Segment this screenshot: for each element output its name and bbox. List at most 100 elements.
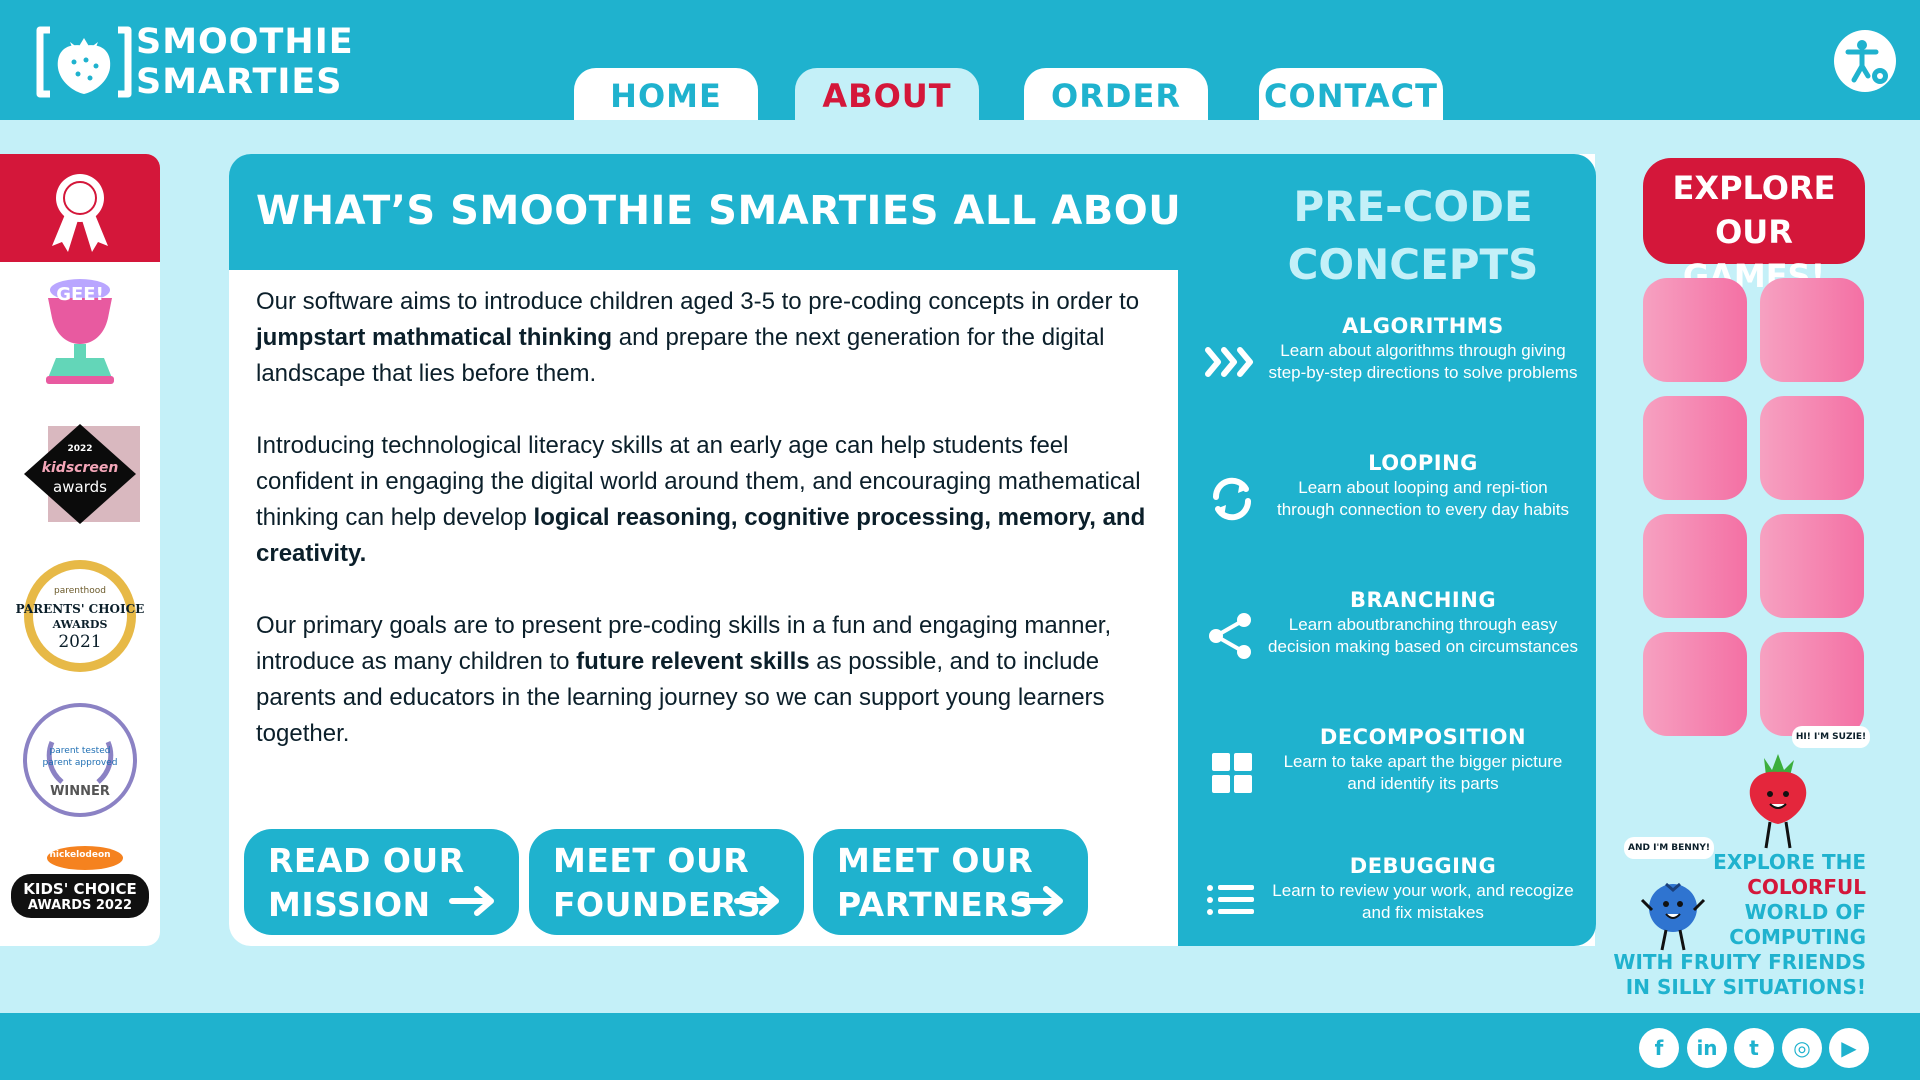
accessibility-settings-icon (1845, 40, 1888, 84)
accessibility-button[interactable] (1834, 30, 1896, 92)
tab-about[interactable]: ABOUT (795, 68, 979, 120)
read-mission-button[interactable]: READ OUR MISSION (244, 829, 519, 935)
refresh-icon (1212, 477, 1252, 521)
about-paragraph-1: Our software aims to introduce children … (256, 284, 1156, 392)
chevrons-right-icon (1205, 347, 1253, 377)
ribbon-icon (52, 174, 108, 252)
twitter-icon[interactable]: t (1734, 1028, 1774, 1068)
concept-algorithms: ALGORITHMS Learn about algorithms throug… (1178, 314, 1596, 424)
meet-partners-button[interactable]: MEET OUR PARTNERS (813, 829, 1088, 935)
concept-looping: LOOPING Learn about looping and repi-tio… (1178, 451, 1596, 561)
cta-label-line-2: FOUNDERS (553, 885, 762, 924)
main-nav: HOME ABOUT ORDER CONTACT (0, 0, 1920, 120)
award-parent-tested: parent tested parent approved WINNER (0, 702, 160, 818)
concept-name: LOOPING (1368, 451, 1478, 475)
tab-order[interactable]: ORDER (1024, 68, 1208, 120)
laurel-seal-icon (24, 560, 136, 672)
cta-label-line-1: READ OUR (268, 841, 465, 880)
kids-choice-brand: nickelodeon (49, 850, 111, 860)
page-title: WHAT’S SMOOTHIE SMARTIES ALL ABOUT? (256, 188, 1233, 234)
parents-choice-year: 2021 (58, 632, 102, 652)
p3-bold: future relevent skills (576, 648, 810, 675)
list-icon (1207, 885, 1254, 915)
concept-name: BRANCHING (1349, 588, 1497, 612)
strawberry-mascot-icon (1749, 754, 1807, 849)
game-tile[interactable] (1643, 514, 1747, 618)
youtube-icon[interactable]: ▶ (1829, 1028, 1869, 1068)
concept-name: ALGORITHMS (1342, 314, 1504, 338)
cta-label: MEET OUR PARTNERS (837, 839, 1033, 927)
meet-founders-button[interactable]: MEET OUR FOUNDERS (529, 829, 804, 935)
awards-header (0, 154, 160, 262)
cta-label-line-2: MISSION (268, 885, 431, 924)
award-kids-choice: nickelodeon KIDS' CHOICE AWARDS 2022 (0, 844, 160, 926)
site-footer (0, 1013, 1920, 1080)
facebook-icon[interactable]: f (1639, 1028, 1679, 1068)
parents-choice-brand: parenthood (54, 586, 106, 596)
parents-choice-line-2: AWARDS (52, 618, 108, 631)
linkedin-icon[interactable]: in (1687, 1028, 1727, 1068)
cta-label: MEET OUR FOUNDERS (553, 839, 761, 927)
game-tile[interactable] (1643, 278, 1747, 382)
award-kidscreen: 2022 kidscreen awards (0, 424, 160, 524)
concept-debugging: DEBUGGING Learn to review your work, and… (1178, 854, 1596, 964)
kids-choice-line-1: KIDS' CHOICE (23, 880, 137, 898)
tab-contact[interactable]: CONTACT (1259, 68, 1443, 120)
game-tile[interactable] (1760, 514, 1864, 618)
concept-name: DECOMPOSITION (1319, 725, 1527, 749)
parent-tested-winner: WINNER (50, 784, 110, 799)
parent-tested-line-2: parent approved (42, 758, 118, 768)
award-gee-label: GEE! (56, 284, 104, 305)
tagline-line-5: WITH FRUITY FRIENDS (1613, 950, 1866, 974)
about-paragraph-3: Our primary goals are to present pre-cod… (256, 608, 1156, 752)
grid-icon (1212, 753, 1252, 793)
tagline-line-6: IN SILLY SITUATIONS! (1625, 975, 1866, 999)
arrow-right-icon (449, 886, 494, 916)
parents-choice-line-1: PARENTS' CHOICE (15, 602, 145, 616)
cta-label-line-2: PARTNERS (837, 885, 1034, 924)
game-tile[interactable] (1760, 632, 1864, 736)
game-tile[interactable] (1643, 396, 1747, 500)
tagline-line-2: COLORFUL (1747, 875, 1866, 899)
explore-games-button[interactable]: EXPLORE OUR GAMES! (1643, 158, 1865, 295)
tagline-line-3: WORLD OF (1744, 900, 1866, 924)
tagline-line-1: EXPLORE THE (1713, 850, 1866, 874)
suzie-speech-bubble: HI! I'M SUZIE! (1792, 726, 1870, 748)
concept-name: DEBUGGING (1349, 854, 1497, 878)
award-gee: GEE! (0, 274, 160, 386)
parent-tested-line-1: parent tested (49, 746, 111, 756)
concept-description: Learn about algorithms through giving st… (1268, 341, 1578, 382)
arrow-right-icon (734, 886, 779, 916)
kidscreen-year: 2022 (67, 444, 93, 454)
kidscreen-line-1: kidscreen (41, 460, 119, 476)
kidscreen-line-2: awards (53, 478, 107, 496)
game-tile[interactable] (1643, 632, 1747, 736)
arrow-right-icon (1018, 886, 1063, 916)
awards-sidebar: GEE! 2022 kidscreen awards parenthood PA… (0, 154, 160, 946)
game-tile[interactable] (1760, 396, 1864, 500)
cta-label-line-1: MEET OUR (553, 841, 750, 880)
kids-choice-line-2: AWARDS 2022 (27, 898, 133, 913)
concept-branching: BRANCHING Learn aboutbranching through e… (1178, 588, 1596, 698)
about-paragraph-2: Introducing technological literacy skill… (256, 428, 1156, 572)
award-parents-choice: parenthood PARENTS' CHOICE AWARDS 2021 (0, 558, 160, 674)
p1-bold: jumpstart mathmatical thinking (256, 324, 613, 351)
concept-decomposition: DECOMPOSITION Learn to take apart the bi… (1178, 725, 1596, 835)
p1-text: Our software aims to introduce children … (256, 288, 1140, 315)
instagram-icon[interactable]: ◎ (1782, 1028, 1822, 1068)
tagline-line-4: COMPUTING (1729, 925, 1866, 949)
pre-code-concepts-panel: PRE-CODE CONCEPTS ALGORITHMS Learn about… (1178, 154, 1596, 946)
cta-label: READ OUR MISSION (268, 839, 465, 927)
concepts-title-line-2: CONCEPTS (1287, 240, 1539, 289)
concept-description: Learn to review your work, and recogize … (1272, 881, 1574, 922)
concepts-title: PRE-CODE CONCEPTS (1178, 178, 1648, 294)
concept-description: Learn aboutbranching through easy decisi… (1268, 615, 1578, 656)
about-title-band: WHAT’S SMOOTHIE SMARTIES ALL ABOUT? (229, 154, 1233, 270)
concept-description: Learn to take apart the bigger picture a… (1283, 752, 1563, 793)
tab-home[interactable]: HOME (574, 68, 758, 120)
game-tile[interactable] (1760, 278, 1864, 382)
mascot-tagline: EXPLORE THE COLORFUL WORLD OF COMPUTING … (1598, 850, 1866, 1000)
concept-description: Learn about looping and repi-tion throug… (1276, 478, 1570, 519)
explore-label-line-1: EXPLORE (1672, 169, 1836, 207)
cta-label-line-1: MEET OUR (837, 841, 1034, 880)
